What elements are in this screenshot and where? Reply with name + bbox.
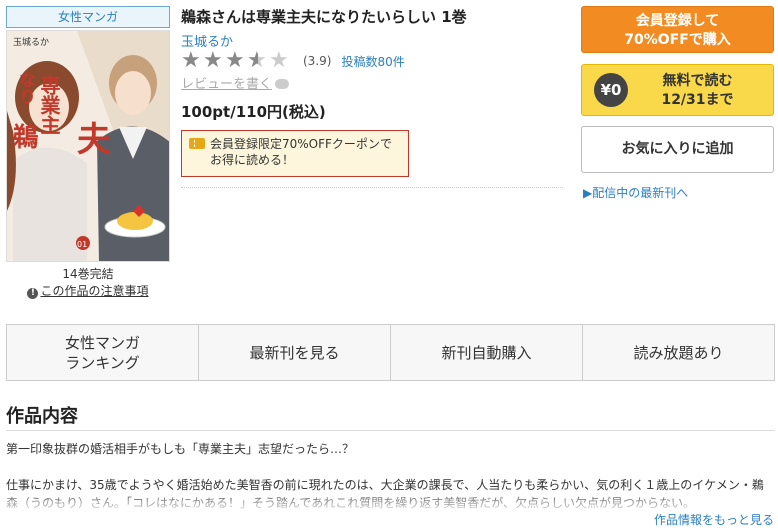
section-divider <box>6 430 775 431</box>
rating-row: ★ ★ ★ ★ ★ (3.9) 投稿数80件 <box>181 48 405 73</box>
description-paragraph: 第一印象抜群の婚活相手がもしも「専業主夫」志望だったら…？ <box>6 442 355 456</box>
free-read-button[interactable]: ¥0 無料で読む 12/31まで <box>581 64 774 116</box>
info-icon: ! <box>27 288 39 299</box>
star-icon: ★ <box>225 48 245 73</box>
svg-text:01: 01 <box>77 240 87 249</box>
tab-latest[interactable]: 最新刊を見る <box>199 325 391 380</box>
volumes-note: 14巻完結 <box>62 267 114 281</box>
latest-volume-link[interactable]: ▶配信中の最新刊へ <box>583 184 688 201</box>
tab-ranking[interactable]: 女性マンガ ランキング <box>7 325 199 380</box>
rating-stars: ★ ★ ★ ★ ★ <box>181 48 291 73</box>
free-yen-badge-icon: ¥0 <box>594 73 628 107</box>
price: 100pt/110円(税込) <box>181 103 326 121</box>
coupon-ticket-icon <box>189 138 205 149</box>
more-info-link[interactable]: 作品情報をもっと見る <box>654 511 774 528</box>
half-star-icon: ★ <box>247 50 269 73</box>
star-icon: ★ <box>181 48 201 73</box>
review-count-link[interactable]: 投稿数80件 <box>341 53 404 70</box>
divider <box>181 187 563 188</box>
svg-text:なり: なり <box>15 71 35 105</box>
cover-illustration: 鵜 専業主 なり 夫 01 玉城るか <box>7 31 169 261</box>
genre-tag[interactable]: 女性マンガ <box>6 6 170 28</box>
star-icon: ★ <box>203 48 223 73</box>
svg-text:専業主: 専業主 <box>37 74 61 135</box>
speech-bubble-icon <box>275 79 290 89</box>
svg-text:玉城るか: 玉城るか <box>13 37 49 48</box>
tab-bar: 女性マンガ ランキング 最新刊を見る 新刊自動購入 読み放題あり <box>6 324 775 381</box>
tab-unlimited[interactable]: 読み放題あり <box>583 325 774 380</box>
write-review-link[interactable]: レビューを書く <box>181 73 290 92</box>
book-title: 鵜森さんは専業主夫になりたいらしい 1巻 <box>181 8 467 26</box>
book-cover-image[interactable]: 鵜 専業主 なり 夫 01 玉城るか <box>6 30 170 262</box>
caution-link-label: この作品の注意事項 <box>40 284 149 298</box>
register-line1: 会員登録して <box>635 13 720 29</box>
free-line1: 無料で読む <box>662 73 733 89</box>
add-favorite-button[interactable]: お気に入りに追加 <box>581 126 774 173</box>
write-review-label: レビューを書く <box>181 77 273 92</box>
description-heading: 作品内容 <box>6 406 78 427</box>
rating-value: (3.9) <box>303 54 332 68</box>
coupon-text: 会員登録限定70%OFFクーポンで お得に読める！ <box>210 137 392 167</box>
empty-star-icon: ★ <box>269 48 289 73</box>
caution-link[interactable]: ! この作品の注意事項 <box>6 282 170 299</box>
svg-text:夫: 夫 <box>77 120 112 160</box>
free-line2: 12/31まで <box>661 92 734 108</box>
register-purchase-button[interactable]: 会員登録して 70%OFFで購入 <box>581 6 774 53</box>
svg-text:鵜: 鵜 <box>8 122 39 149</box>
register-line2: 70%OFFで購入 <box>624 32 731 48</box>
tab-auto-purchase[interactable]: 新刊自動購入 <box>391 325 583 380</box>
coupon-notice[interactable]: 会員登録限定70%OFFクーポンで お得に読める！ <box>181 130 409 177</box>
